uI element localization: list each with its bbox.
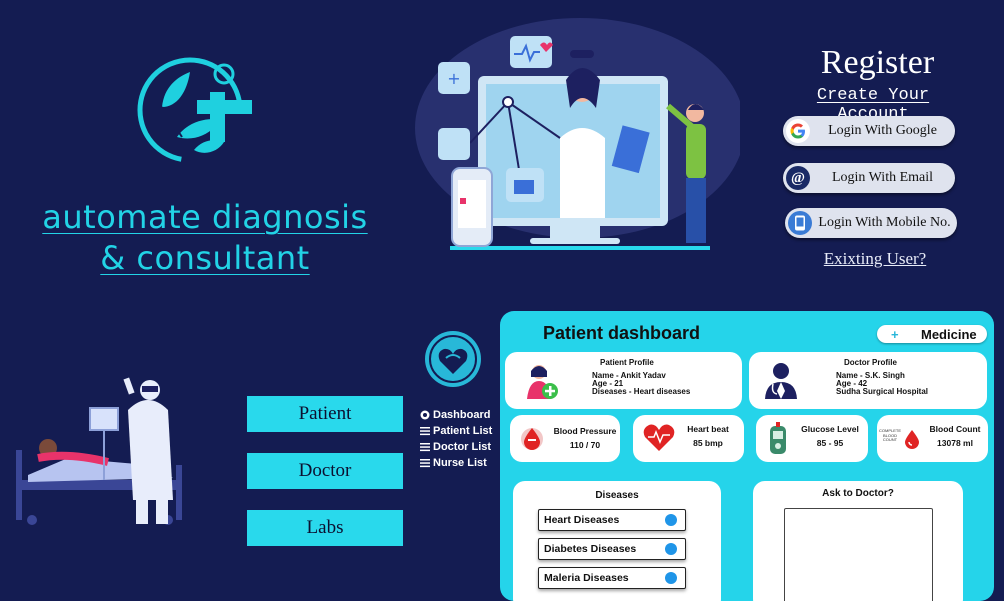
list-icon: [420, 426, 430, 436]
disease-item-heart[interactable]: Heart Diseases: [538, 509, 686, 531]
vital-card-blood-pressure: Blood Pressure 110 / 70: [510, 415, 620, 462]
vital-card-glucose: Glucose Level 85 - 95: [756, 415, 868, 462]
plus-icon: +: [891, 326, 899, 342]
role-labs-button[interactable]: Labs: [247, 510, 403, 546]
phone-icon: [788, 211, 812, 235]
doctor-avatar-icon: [765, 363, 797, 399]
vital-value: 85 bmp: [693, 438, 723, 448]
vital-value: 85 - 95: [816, 438, 844, 448]
sidebar-item-doctor-list[interactable]: Doctor List: [420, 441, 491, 453]
google-icon: [786, 119, 810, 143]
vital-label: Glucose Level: [801, 424, 859, 434]
login-email-button[interactable]: @ Login With Email: [783, 163, 955, 193]
diseases-heading: Diseases: [595, 490, 639, 501]
vital-label: Blood Pressure: [553, 426, 617, 436]
vital-card-heart-beat: Heart beat 85 bmp: [633, 415, 744, 462]
brand-logo-icon: [137, 57, 252, 163]
vital-label: Blood Count: [929, 424, 981, 434]
patient-avatar-icon: [527, 365, 558, 399]
doctor-profile-card: Doctor Profile Name - S.K. Singh Age - 4…: [749, 352, 987, 409]
doctor-hospital: Sudha Surgical Hospital: [836, 387, 929, 396]
disease-bullet-icon: [665, 514, 677, 526]
ask-doctor-textarea[interactable]: [784, 508, 933, 601]
disease-item-maleria[interactable]: Maleria Diseases: [538, 567, 686, 589]
ask-doctor-card: Ask to Doctor?: [753, 481, 963, 601]
sidebar-item-label: Nurse List: [433, 457, 487, 469]
existing-user-link[interactable]: Exixting User?: [800, 249, 950, 269]
sidebar-item-label: Dashboard: [433, 409, 491, 421]
brand-title-line2: & consultant: [100, 239, 310, 277]
sidebar-item-dashboard[interactable]: Dashboard: [420, 409, 490, 421]
disease-bullet-icon: [665, 572, 677, 584]
login-mobile-button[interactable]: Login With Mobile No.: [785, 208, 957, 238]
glucose-meter-icon: [770, 422, 786, 454]
telemedicine-illustration: +: [415, 18, 740, 250]
login-email-label: Login With Email: [831, 170, 934, 185]
role-patient-button[interactable]: Patient: [247, 396, 403, 432]
dashboard-icon: [420, 410, 430, 420]
login-mobile-label: Login With Mobile No.: [818, 215, 951, 230]
vital-value: 110 / 70: [569, 440, 601, 450]
doctor-profile-heading: Doctor Profile: [844, 358, 897, 367]
blood-drop-icon: [521, 428, 543, 450]
register-title: Register: [820, 44, 935, 81]
diseases-card: Diseases Heart Diseases Diabetes Disease…: [513, 481, 721, 601]
vital-value: 13078 ml: [937, 438, 973, 448]
disease-label: Diabetes Diseases: [544, 543, 637, 555]
hospital-bed-illustration: [16, 377, 182, 525]
vital-label: Heart beat: [687, 424, 729, 434]
medicine-button[interactable]: + Medicine: [877, 325, 987, 343]
disease-item-diabetes[interactable]: Diabetes Diseases: [538, 538, 686, 560]
blood-count-icon-text: COMPLETE BLOOD COUNT: [879, 428, 902, 442]
at-icon: @: [786, 166, 810, 190]
ask-doctor-heading: Ask to Doctor?: [822, 488, 894, 499]
brand-title-line1: automate diagnosis: [42, 198, 368, 236]
svg-text:+: +: [447, 69, 460, 88]
blood-count-icon: COMPLETE BLOOD COUNT: [879, 428, 923, 449]
dashboard-title: Patient dashboard: [543, 323, 701, 343]
list-icon: [420, 458, 430, 468]
patient-profile-card: Patient Profile Name - Ankit Yadav Age -…: [505, 352, 742, 409]
sidebar-item-label: Doctor List: [433, 441, 492, 453]
heart-icon: [643, 424, 675, 451]
sidebar-item-patient-list[interactable]: Patient List: [420, 425, 492, 437]
sidebar-item-label: Patient List: [433, 425, 493, 437]
patient-dashboard-panel: Patient dashboard + Medicine Patient Pro…: [500, 311, 994, 601]
list-icon: [420, 442, 430, 452]
sidebar-item-nurse-list[interactable]: Nurse List: [420, 457, 487, 469]
patient-diseases: Diseases - Heart diseases: [592, 387, 691, 396]
disease-label: Maleria Diseases: [544, 572, 629, 584]
heart-care-logo-icon: [425, 331, 481, 387]
role-doctor-button[interactable]: Doctor: [247, 453, 403, 489]
disease-bullet-icon: [665, 543, 677, 555]
patient-profile-heading: Patient Profile: [600, 358, 654, 367]
login-google-button[interactable]: Login With Google: [783, 116, 955, 146]
disease-label: Heart Diseases: [544, 514, 620, 526]
vital-card-blood-count: COMPLETE BLOOD COUNT Blood Count 13078 m…: [877, 415, 988, 462]
medicine-label: Medicine: [921, 326, 977, 342]
login-google-label: Login With Google: [828, 123, 937, 138]
